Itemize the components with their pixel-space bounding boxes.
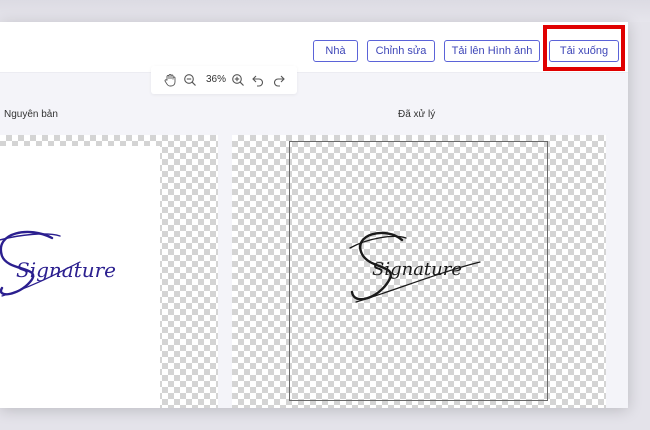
hand-icon[interactable] — [163, 73, 177, 87]
edit-button[interactable]: Chỉnh sửa — [367, 40, 435, 62]
home-button[interactable]: Nhà — [313, 40, 358, 62]
upload-image-button[interactable]: Tải lên Hình ảnh — [444, 40, 540, 62]
original-signature-image: Signature — [0, 230, 116, 297]
processed-signature-text: Signature — [372, 259, 462, 280]
original-image: Signature — [0, 146, 160, 408]
original-panel-label: Nguyên bản — [4, 109, 58, 120]
zoom-toolbar: 36% — [151, 66, 297, 94]
processed-signature-image: Signature — [349, 231, 481, 303]
header-toolbar: Nhà Chỉnh sửa Tải lên Hình ảnh Tải xuống — [0, 22, 628, 73]
processed-panel-label: Đã xử lý — [398, 109, 436, 120]
processed-image-frame: Signature — [289, 141, 548, 401]
zoom-in-icon[interactable] — [231, 73, 245, 87]
undo-icon[interactable] — [251, 73, 265, 87]
zoom-level: 36% — [205, 74, 226, 85]
top-shade — [0, 0, 650, 22]
redo-icon[interactable] — [272, 73, 286, 87]
original-signature-text: Signature — [16, 258, 116, 282]
download-highlight-box — [543, 25, 625, 71]
zoom-out-icon[interactable] — [183, 73, 197, 87]
